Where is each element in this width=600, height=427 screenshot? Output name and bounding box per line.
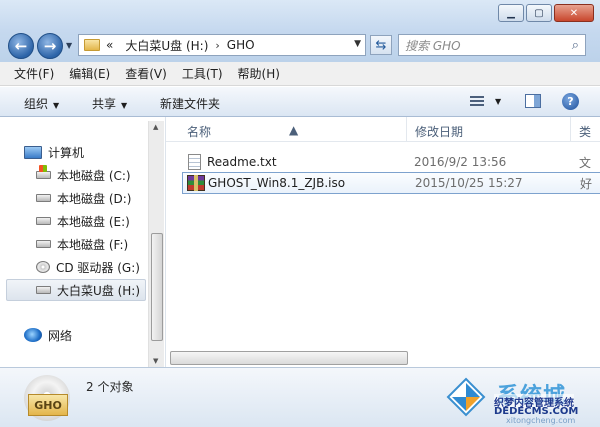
chevron-down-icon: ▼ [53,101,60,110]
menu-view[interactable]: 查看(V) [125,65,167,82]
nav-drive-label: 本地磁盘 (E:) [57,214,130,229]
sort-ascending-icon: ▲ [289,123,299,137]
file-type: 好 [580,176,593,191]
menu-file[interactable]: 文件(F) [14,65,54,82]
system-drive-icon [36,165,51,179]
share-label: 共享 [92,97,117,111]
menu-edit[interactable]: 编辑(E) [69,65,110,82]
file-list: ▲ 名称 修改日期 类 Readme.txt 2016/9/2 13:56 文 … [165,117,600,367]
scrollbar-thumb[interactable] [151,233,163,341]
nav-drive-label: 本地磁盘 (C:) [57,168,131,183]
watermark-logo-icon [446,377,486,417]
file-name: GHOST_Win8.1_ZJB.iso [208,176,346,190]
column-divider[interactable] [570,117,571,142]
nav-drive-label: 大白菜U盘 (H:) [57,283,141,298]
close-button[interactable]: ✕ [554,4,594,22]
navigation-pane: 计算机 本地磁盘 (C:) 本地磁盘 (D:) 本地磁盘 (E:) 本地磁盘 (… [0,117,165,367]
title-bar: ▁ ▢ ✕ [0,0,600,30]
share-button[interactable]: 共享 ▼ [92,95,127,112]
search-placeholder: 搜索 GHO [405,38,461,53]
menu-bar: 文件(F) 编辑(E) 查看(V) 工具(T) 帮助(H) [0,62,600,86]
breadcrumb-separator[interactable]: › [215,39,219,52]
nav-drive-h[interactable]: 大白菜U盘 (H:) [6,279,146,301]
command-bar: 组织 ▼ 共享 ▼ 新建文件夹 ▼ ? [0,87,600,117]
minimize-button[interactable]: ▁ [498,4,524,22]
hard-drive-icon [36,240,51,248]
cd-drive-icon [36,261,50,273]
folder-icon [84,39,100,51]
nav-computer-label: 计算机 [48,145,85,160]
new-folder-button[interactable]: 新建文件夹 [160,95,220,112]
menu-tools[interactable]: 工具(T) [182,65,223,82]
search-icon[interactable]: ⌕ [572,38,579,53]
address-bar[interactable]: « 大白菜U盘 (H:) › GHO ▼ [78,34,366,56]
view-options-icon[interactable] [470,96,484,107]
organize-button[interactable]: 组织 ▼ [24,95,59,112]
column-headers: ▲ 名称 修改日期 类 [166,117,600,142]
column-type[interactable]: 类 [579,123,591,140]
address-row: ← → ▼ « 大白菜U盘 (H:) › GHO ▼ ⇆ 搜索 GHO ⌕ [0,30,600,62]
nav-drive-label: CD 驱动器 (G:) [56,260,140,275]
file-row-selected[interactable]: GHOST_Win8.1_ZJB.iso 2015/10/25 15:27 好 [182,172,600,194]
arrow-right-icon: → [43,37,57,55]
menu-help[interactable]: 帮助(H) [238,65,280,82]
text-file-icon [188,154,201,170]
rar-archive-icon [187,175,205,191]
breadcrumb-overflow[interactable]: « [106,38,113,52]
item-count: 2 个对象 [86,380,134,394]
hard-drive-icon [36,194,51,202]
nav-drive-label: 本地磁盘 (F:) [57,237,129,252]
file-type: 文 [579,155,592,170]
folder-icon-label: GHO [28,394,68,416]
file-row[interactable]: Readme.txt 2016/9/2 13:56 文 [182,151,600,173]
refresh-icon: ⇆ [375,37,387,53]
nav-pane-scrollbar[interactable]: ▲ ▼ [148,121,164,367]
computer-icon [24,145,42,159]
preview-pane-icon[interactable] [525,94,541,108]
network-icon [24,328,42,342]
forward-button[interactable]: → [37,33,63,59]
help-icon[interactable]: ? [562,93,579,110]
file-date: 2015/10/25 15:27 [415,176,523,190]
chevron-down-icon[interactable]: ▼ [495,97,501,106]
file-date: 2016/9/2 13:56 [414,155,507,169]
back-button[interactable]: ← [8,33,34,59]
column-date[interactable]: 修改日期 [415,123,463,140]
scroll-down-icon[interactable]: ▼ [153,357,158,365]
nav-drive-label: 本地磁盘 (D:) [57,191,132,206]
column-name[interactable]: 名称 [187,123,211,140]
breadcrumb-folder[interactable]: GHO [227,38,255,52]
column-divider[interactable] [406,117,407,142]
breadcrumb-drive[interactable]: 大白菜U盘 (H:) [125,37,208,54]
window-controls: ▁ ▢ ✕ [498,4,594,22]
search-input[interactable]: 搜索 GHO ⌕ [398,34,586,56]
usb-drive-icon [36,286,51,294]
chevron-down-icon: ▼ [121,101,128,110]
organize-label: 组织 [24,97,49,111]
arrow-left-icon: ← [14,37,28,55]
file-list-horizontal-scrollbar[interactable] [170,351,408,365]
maximize-button[interactable]: ▢ [526,4,552,22]
nav-network-label: 网络 [48,328,73,343]
scroll-up-icon[interactable]: ▲ [153,123,158,131]
hard-drive-icon [36,217,51,225]
recent-pages-dropdown[interactable]: ▼ [66,41,72,50]
chevron-down-icon[interactable]: ▼ [354,39,361,49]
file-name: Readme.txt [207,155,277,169]
watermark-url-secondary: xitongcheng.com [506,416,576,425]
refresh-button[interactable]: ⇆ [370,35,392,55]
